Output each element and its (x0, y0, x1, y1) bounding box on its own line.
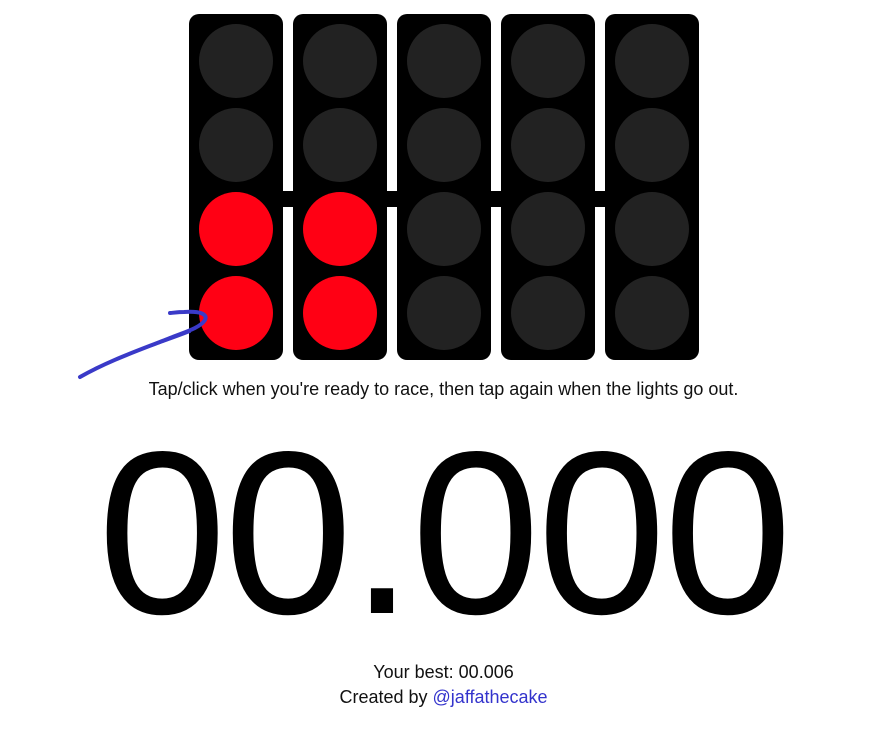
light-off (407, 108, 481, 182)
light-off (407, 24, 481, 98)
best-value: 00.006 (458, 662, 514, 682)
annotation-stroke (94, 331, 191, 369)
light-off (511, 24, 585, 98)
annotation-stroke (78, 309, 208, 379)
instructions-text: Tap/click when you're ready to race, the… (148, 379, 739, 399)
light-pod-2 (293, 14, 387, 360)
light-off (615, 24, 689, 98)
credit-prefix: Created by (339, 687, 428, 707)
light-pod-1 (189, 14, 283, 360)
light-off (511, 108, 585, 182)
light-pod-4 (501, 14, 595, 360)
light-off (615, 276, 689, 350)
light-off (199, 108, 273, 182)
light-off (407, 192, 481, 266)
red-light-on (303, 192, 377, 266)
light-off (199, 24, 273, 98)
light-pod-3 (397, 14, 491, 360)
light-off (303, 24, 377, 98)
red-light-on (199, 192, 273, 266)
light-off (511, 276, 585, 350)
best-label: Your best: (373, 662, 454, 682)
light-off (511, 192, 585, 266)
author-link[interactable]: @jaffathecake (433, 687, 548, 707)
light-off (615, 192, 689, 266)
red-light-on (199, 276, 273, 350)
red-light-on (303, 276, 377, 350)
best-time: Your best: 00.006 (0, 662, 869, 683)
light-off (615, 108, 689, 182)
start-lights[interactable] (189, 14, 699, 360)
light-pod-5 (605, 14, 699, 360)
reaction-timer: 00.000 (97, 404, 793, 663)
credit-line: Created by @jaffathecake (0, 687, 869, 708)
light-off (303, 108, 377, 182)
light-off (407, 276, 481, 350)
